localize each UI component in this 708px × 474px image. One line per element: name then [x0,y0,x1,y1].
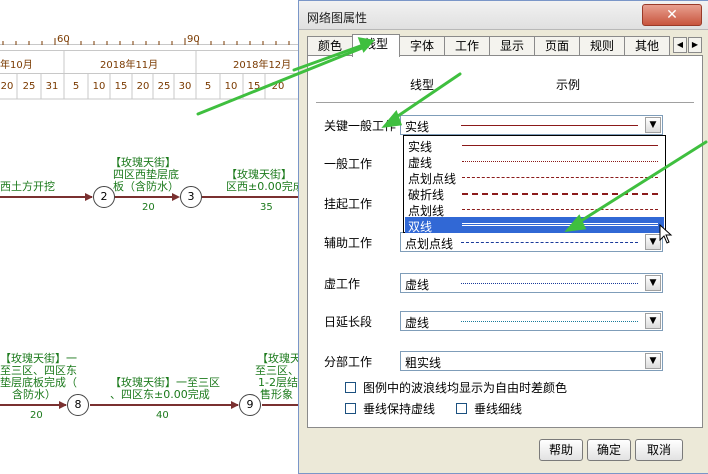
divider [316,102,694,104]
tab-rules[interactable]: 规则 [579,36,625,56]
task-label[interactable]: 区西±0.00完成 [226,180,300,193]
combo-value: 点划点线 [405,237,454,251]
duration-label: 20 [30,410,43,421]
wave-color-checkbox[interactable] [345,382,356,393]
tab-display[interactable]: 显示 [489,36,535,56]
dialog-titlebar[interactable]: 网络图属性 ✕ [299,1,708,30]
combo-value: 实线 [405,120,430,134]
combo-value: 虚线 [405,316,430,330]
extension-line-select[interactable]: 虚线 ▼ [400,311,663,331]
tab-scroll-right-icon[interactable]: ▶ [688,37,702,53]
duration-label: 35 [260,202,273,213]
field-label-dummy: 虚工作 [324,277,361,291]
tab-line-type[interactable]: 线型 [352,34,400,57]
line-type-panel: 线型 示例 关键一般工作 实线 ▼ 一般工作 挂起工作 辅助工作 点划点线 ▼ … [307,55,703,428]
tab-work[interactable]: 工作 [444,36,490,56]
line-sample [461,283,638,284]
checkbox-label: 垂线保持虚线 [363,402,436,416]
field-label-critical: 关键一般工作 [324,119,397,133]
dropdown-option[interactable]: 点划点线 [405,169,664,186]
network-node[interactable]: 8 [67,394,89,416]
critical-line-select[interactable]: 实线 ▼ [400,115,663,135]
mouse-pointer-icon [659,224,673,244]
line-type-dropdown-list[interactable]: 实线 虚线 点划点线 破折线 点划线 双线 [403,135,666,234]
checkbox-label: 垂线细线 [474,402,523,416]
line-sample [462,161,658,162]
tab-other[interactable]: 其他 [624,36,670,56]
line-sample [462,177,658,178]
dropdown-option[interactable]: 实线 [405,137,664,154]
tab-scroll-left-icon[interactable]: ◀ [673,37,687,53]
line-sample [462,193,658,195]
vertical-thin-checkbox[interactable] [456,403,467,414]
network-node[interactable]: 9 [239,394,261,416]
field-label-suspended: 挂起工作 [324,197,373,211]
field-label-general: 一般工作 [324,157,373,171]
duration-label: 40 [156,410,169,421]
tab-strip: 颜色 线型 字体 工作 显示 页面 规则 其他 ◀ ▶ [307,34,703,57]
cancel-button[interactable]: 取消 [635,439,683,461]
section-line-select[interactable]: 粗实线 ▼ [400,351,663,371]
tab-color[interactable]: 颜色 [307,36,353,56]
field-label-extension: 日延长段 [324,315,373,329]
chevron-down-icon[interactable]: ▼ [645,117,661,133]
network-properties-dialog: 网络图属性 ✕ 颜色 线型 字体 工作 显示 页面 规则 其他 ◀ ▶ 线型 示… [298,0,708,474]
network-schedule-canvas[interactable]: 60 90 年10月 2018年11月 2018年12月 20 25 31 5 … [0,0,300,474]
help-button[interactable]: 帮助 [539,439,583,461]
chevron-down-icon[interactable]: ▼ [645,313,661,329]
tab-page[interactable]: 页面 [534,36,580,56]
network-node[interactable]: 3 [180,186,202,208]
field-label-section: 分部工作 [324,355,373,369]
column-header-sample: 示例 [556,78,581,92]
line-sample [462,209,658,210]
tab-font[interactable]: 字体 [399,36,445,56]
dropdown-option-selected[interactable]: 双线 [405,217,664,234]
task-label[interactable]: 含防水） [12,388,56,401]
vertical-dashed-checkbox[interactable] [345,403,356,414]
combo-value: 虚线 [405,278,430,292]
task-label[interactable]: 售形象 [260,388,293,401]
dialog-title: 网络图属性 [307,11,368,25]
combo-value: 粗实线 [405,356,442,370]
field-label-auxiliary: 辅助工作 [324,236,373,250]
line-sample [461,125,638,126]
task-label[interactable]: 西土方开挖 [0,180,55,193]
dummy-line-select[interactable]: 虚线 ▼ [400,273,663,293]
network-node[interactable]: 2 [93,186,115,208]
dropdown-option[interactable]: 破折线 [405,185,664,202]
ok-button[interactable]: 确定 [587,439,631,461]
column-header-type: 线型 [410,78,435,92]
line-sample [461,321,638,322]
chevron-down-icon[interactable]: ▼ [645,275,661,291]
chevron-down-icon[interactable]: ▼ [645,353,661,369]
duration-label: 20 [142,202,155,213]
close-button[interactable]: ✕ [642,4,702,26]
checkbox-label: 图例中的波浪线均显示为自由时差颜色 [363,381,568,395]
line-sample [462,145,658,146]
line-sample [461,242,638,243]
line-sample [462,223,658,226]
task-label[interactable]: 、四区东±0.00完成 [110,388,210,401]
dropdown-option[interactable]: 点划线 [405,201,664,218]
auxiliary-line-select[interactable]: 点划点线 ▼ [400,232,663,252]
dropdown-option[interactable]: 虚线 [405,153,664,170]
task-label[interactable]: 板（含防水） [113,180,179,193]
